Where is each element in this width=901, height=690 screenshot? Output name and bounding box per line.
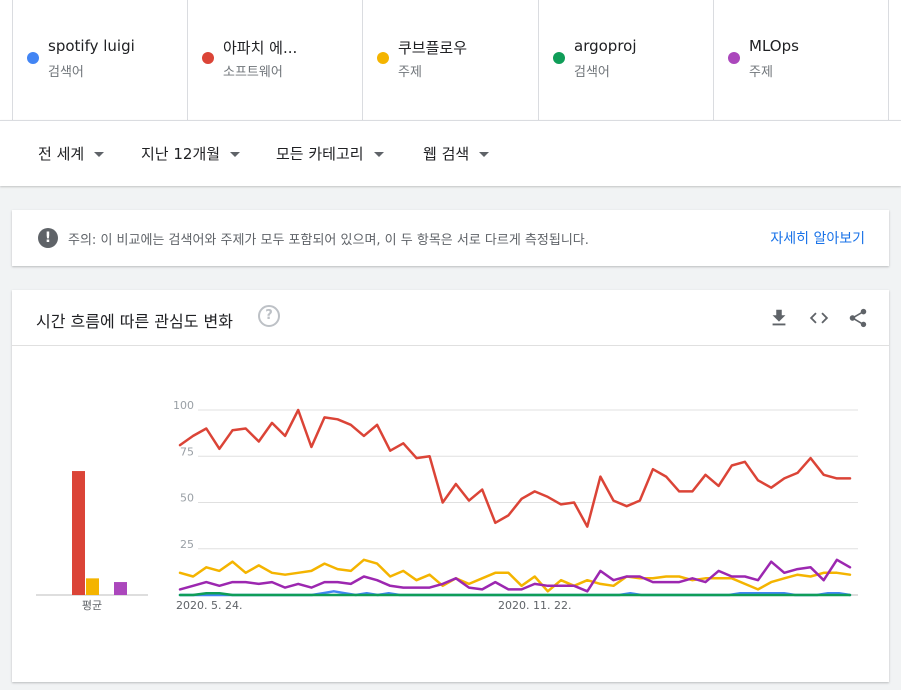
term-card[interactable]: argoproj 검색어 (538, 0, 714, 120)
average-label: 평균 (82, 599, 102, 612)
caret-down-icon (479, 152, 490, 157)
search-type-label: 웹 검색 (423, 145, 470, 163)
term-type: 검색어 (574, 65, 610, 80)
term-type: 주제 (749, 65, 773, 80)
search-type-dropdown[interactable]: 웹 검색 (423, 143, 490, 164)
learn-more-link[interactable]: 자세히 알아보기 (770, 228, 865, 248)
exclamation-icon: ! (38, 228, 58, 248)
period-label: 지난 12개월 (141, 145, 221, 163)
notice-card: ! 주의: 이 비교에는 검색어와 주제가 모두 포함되어 있으며, 이 두 항… (12, 210, 889, 266)
series-color-dot (27, 52, 39, 64)
term-name: argoproj (574, 37, 637, 55)
interest-over-time-card: 시간 흐름에 따른 관심도 변화 ? 25 50 75 100 2020. 5. 24… (12, 290, 889, 682)
card-header: 시간 흐름에 따른 관심도 변화 ? (12, 290, 889, 346)
region-label: 전 세계 (38, 145, 85, 163)
caret-down-icon (373, 152, 384, 157)
term-type: 소프트웨어 (223, 65, 283, 80)
y-tick-label: 100 (173, 399, 194, 412)
term-card[interactable]: MLOps 주제 (713, 0, 889, 120)
category-dropdown[interactable]: 모든 카테고리 (276, 143, 384, 164)
notice-text: 주의: 이 비교에는 검색어와 주제가 모두 포함되어 있으며, 이 두 항목은… (68, 229, 589, 248)
term-type: 주제 (398, 65, 422, 80)
x-tick-label: 2020. 5. 24. (176, 599, 242, 612)
divider (888, 0, 889, 120)
period-dropdown[interactable]: 지난 12개월 (141, 143, 241, 164)
term-name: MLOps (749, 37, 799, 55)
series-color-dot (728, 52, 740, 64)
notice-prefix: 주의: (68, 233, 97, 248)
help-icon[interactable]: ? (258, 305, 280, 327)
interest-chart[interactable]: 25 50 75 100 2020. 5. 24. 2020. 11. 22. 평균 (12, 346, 889, 682)
y-tick-label: 50 (180, 492, 194, 505)
region-dropdown[interactable]: 전 세계 (38, 143, 105, 164)
caret-down-icon (94, 152, 105, 157)
average-bar (72, 471, 85, 595)
term-name: 쿠브플로우 (398, 39, 468, 57)
x-tick-label: 2020. 11. 22. (498, 599, 571, 612)
notice-message: 이 비교에는 검색어와 주제가 모두 포함되어 있으며, 이 두 항목은 서로 … (100, 233, 589, 248)
series-color-dot (202, 52, 214, 64)
term-card[interactable]: spotify luigi 검색어 (12, 0, 188, 120)
embed-code-icon[interactable] (808, 307, 830, 329)
download-icon[interactable] (768, 307, 790, 329)
term-card[interactable]: 아파치 에... 소프트웨어 (187, 0, 363, 120)
y-tick-label: 75 (180, 445, 194, 458)
category-label: 모든 카테고리 (276, 145, 364, 163)
series-line (178, 408, 852, 528)
series-color-dot (377, 52, 389, 64)
comparison-terms-bar: spotify luigi 검색어 아파치 에... 소프트웨어 쿠브플로우 주… (0, 0, 901, 120)
share-icon[interactable] (847, 307, 869, 329)
term-type: 검색어 (48, 65, 84, 80)
y-axis-tick-labels: 25 50 75 100 (173, 399, 194, 551)
average-bars: 평균 (36, 471, 148, 612)
average-bar (86, 578, 99, 595)
y-tick-label: 25 (180, 538, 194, 551)
caret-down-icon (230, 152, 241, 157)
filter-bar: 전 세계 지난 12개월 모든 카테고리 웹 검색 (0, 120, 901, 186)
series-color-dot (553, 52, 565, 64)
chart-gridlines (186, 409, 858, 596)
term-card[interactable]: 쿠브플로우 주제 (362, 0, 538, 120)
term-name: spotify luigi (48, 37, 135, 55)
x-axis-tick-labels: 2020. 5. 24. 2020. 11. 22. (176, 599, 571, 612)
average-bar (114, 582, 127, 595)
card-title: 시간 흐름에 따른 관심도 변화 (36, 312, 233, 331)
term-name: 아파치 에... (223, 39, 298, 57)
